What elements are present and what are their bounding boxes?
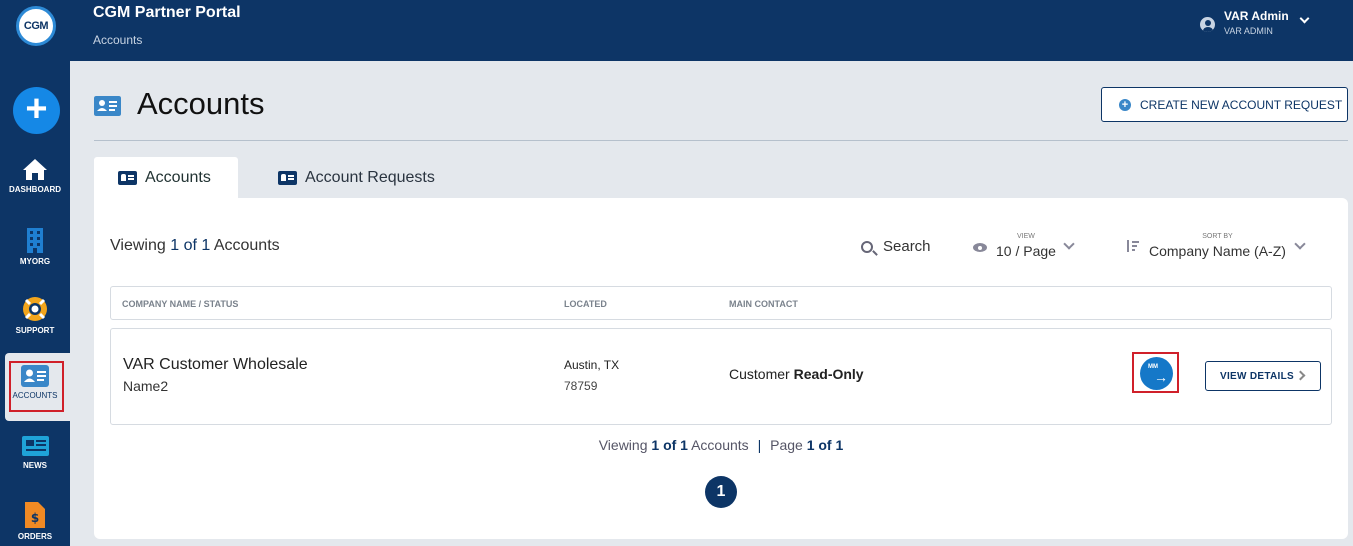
user-menu[interactable]: VAR Admin VAR ADMIN (1200, 9, 1310, 36)
pagination-summary: Viewing 1 of 1 Accounts | Page 1 of 1 (94, 437, 1348, 453)
view-details-label: VIEW DETAILS (1220, 370, 1294, 382)
footer-page-prefix: Page (770, 437, 803, 453)
sidebar-item-label: SUPPORT (15, 326, 55, 335)
sidebar-item-orders[interactable]: $ ORDERS (0, 502, 70, 541)
plus-circle-icon: + (1119, 98, 1131, 111)
sidebar-item-label: ORDERS (17, 532, 53, 541)
viewing-suffix: Accounts (213, 237, 280, 254)
sidebar-item-news[interactable]: NEWS (0, 435, 70, 470)
lifebuoy-icon (23, 297, 47, 321)
svg-text:$: $ (31, 511, 39, 525)
viewing-of: of (183, 237, 197, 254)
sort-icon (1127, 239, 1139, 253)
sidebar-item-label: NEWS (23, 461, 47, 470)
tab-account-requests[interactable]: Account Requests (278, 157, 435, 198)
highlight-box-login: MM → (1132, 352, 1179, 393)
company-name: VAR Customer Wholesale (123, 356, 308, 373)
id-card-icon (118, 170, 137, 185)
breadcrumb: Accounts (93, 33, 143, 47)
highlight-box-accounts (9, 361, 64, 412)
footer-page-range: 1 of 1 (806, 437, 844, 453)
viewing-total: 1 (201, 237, 211, 254)
pagination-page-button[interactable]: 1 (705, 476, 737, 508)
user-avatar-icon (1200, 17, 1215, 32)
login-as-account-button[interactable]: MM → (1140, 357, 1173, 390)
sort-by-select[interactable]: SORT BY Company Name (A-Z) (1149, 233, 1286, 259)
tab-label: Accounts (145, 168, 211, 186)
tab-accounts[interactable]: Accounts (94, 157, 238, 198)
chevron-right-icon (1295, 370, 1306, 381)
search-icon (861, 240, 873, 253)
page-title: Accounts (137, 86, 265, 121)
view-caption: VIEW (1017, 233, 1035, 240)
user-role: VAR ADMIN (1224, 26, 1273, 36)
portal-title: CGM Partner Portal (93, 4, 241, 21)
contact-prefix: Customer (729, 366, 790, 382)
logo-text: CGM (23, 20, 49, 32)
contact-role: Read-Only (793, 366, 864, 382)
sidebar-item-label: DASHBOARD (9, 185, 61, 194)
chevron-down-icon[interactable] (1294, 238, 1306, 250)
view-value: 10 / Page (996, 243, 1056, 259)
table-header: COMPANY NAME / STATUS LOCATED MAIN CONTA… (110, 286, 1332, 320)
sidebar-item-label: MYORG (19, 257, 51, 266)
id-card-icon (278, 170, 297, 185)
sort-value: Company Name (A-Z) (1149, 243, 1286, 259)
footer-viewing-range: 1 of 1 (651, 437, 688, 453)
newspaper-icon (22, 436, 49, 456)
located-city: Austin, TX (564, 358, 620, 372)
create-account-request-button[interactable]: + CREATE NEW ACCOUNT REQUEST (1101, 87, 1348, 122)
sidebar-item-support[interactable]: SUPPORT (0, 296, 70, 335)
sort-caption: SORT BY (1202, 233, 1233, 240)
top-bar: CGM CGM Partner Portal Accounts VAR Admi… (0, 0, 1353, 61)
building-icon (27, 228, 43, 253)
user-name: VAR Admin (1224, 9, 1289, 23)
add-plus-button[interactable]: + (13, 87, 60, 134)
arrow-right-icon: → (1154, 369, 1168, 385)
company-subtitle: Name2 (123, 378, 169, 394)
cgm-logo[interactable]: CGM (16, 6, 56, 46)
view-details-button[interactable]: VIEW DETAILS (1205, 361, 1321, 391)
footer-separator: | (757, 437, 762, 453)
search-label: Search (883, 238, 931, 255)
column-header-located: LOCATED (564, 299, 607, 309)
header-divider (94, 140, 1348, 141)
footer-viewing-suffix: Accounts (691, 437, 749, 453)
chevron-down-icon[interactable] (1299, 13, 1310, 24)
document-dollar-icon: $ (25, 502, 45, 528)
create-button-label: CREATE NEW ACCOUNT REQUEST (1140, 97, 1343, 112)
sidebar-item-myorg[interactable]: MYORG (0, 227, 70, 266)
column-header-company: COMPANY NAME / STATUS (122, 299, 239, 309)
chevron-down-icon[interactable] (1063, 238, 1075, 250)
search-button[interactable]: Search (861, 238, 931, 255)
accounts-page-icon (94, 96, 121, 116)
main-contact: Customer Read-Only (729, 366, 864, 382)
view-per-page-select[interactable]: VIEW 10 / Page (996, 233, 1056, 259)
sidebar: + DASHBOARD MYORG SUPPORT ACCOUNTS NEWS … (0, 61, 70, 546)
eye-icon (973, 243, 987, 252)
table-row: VAR Customer Wholesale Name2 Austin, TX … (110, 328, 1332, 425)
accounts-panel: Viewing 1 of 1 Accounts Search VIEW 10 /… (94, 198, 1348, 539)
sidebar-item-dashboard[interactable]: DASHBOARD (0, 157, 70, 194)
home-icon (23, 159, 47, 180)
footer-viewing-prefix: Viewing (598, 437, 648, 453)
viewing-count: Viewing 1 of 1 Accounts (110, 237, 280, 255)
viewing-current: 1 (170, 237, 180, 254)
tab-label: Account Requests (305, 168, 435, 186)
viewing-prefix: Viewing (110, 237, 166, 254)
located-zip: 78759 (564, 379, 598, 393)
column-header-main-contact: MAIN CONTACT (729, 299, 798, 309)
